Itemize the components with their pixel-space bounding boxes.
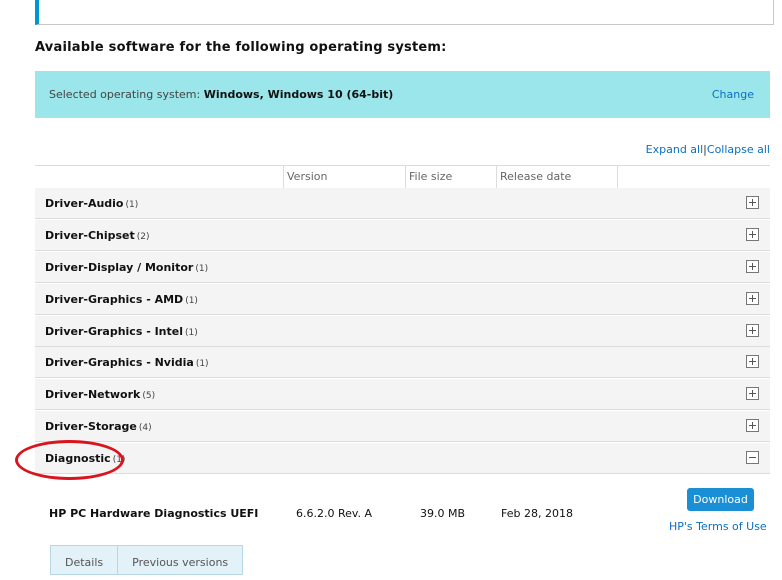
category-row-driver-chipset[interactable]: Driver-Chipset (2) [35, 220, 770, 251]
software-release-date: Feb 28, 2018 [501, 507, 573, 520]
download-button[interactable]: Download [687, 488, 754, 511]
expand-plus-icon[interactable] [746, 260, 759, 273]
category-count: (1) [195, 264, 209, 274]
software-file-size: 39.0 MB [420, 507, 466, 520]
category-label: Driver-Graphics - Intel (1) [45, 325, 198, 338]
release-date-column-header: Release date [496, 166, 617, 188]
category-label: Driver-Audio (1) [45, 197, 139, 210]
category-label: Driver-Storage (4) [45, 420, 152, 433]
selected-os-value: Windows, Windows 10 (64-bit) [203, 88, 394, 101]
highlight-ellipse [15, 440, 124, 480]
category-count: (1) [185, 328, 198, 338]
category-row-driver-graphics-amd[interactable]: Driver-Graphics - AMD (1) [35, 284, 770, 315]
software-tabs: Details Previous versions [50, 545, 244, 575]
category-row-driver-storage[interactable]: Driver-Storage (4) [35, 411, 770, 442]
previous-section-box [35, 0, 774, 25]
expand-all-link[interactable]: Expand all [646, 143, 704, 156]
category-count: (1) [195, 359, 209, 369]
expand-plus-icon[interactable] [746, 228, 759, 241]
category-row-driver-graphics-intel[interactable]: Driver-Graphics - Intel (1) [35, 316, 770, 347]
expand-plus-icon[interactable] [746, 355, 759, 368]
terms-of-use-link[interactable]: HP's Terms of Use [669, 520, 767, 533]
expand-collapse-links: Expand all|Collapse all [646, 143, 770, 156]
collapse-all-link[interactable]: Collapse all [707, 143, 770, 156]
collapse-minus-icon[interactable] [746, 451, 759, 464]
selected-os-bar: Selected operating system: Windows, Wind… [35, 71, 770, 118]
expand-plus-icon[interactable] [746, 324, 759, 337]
category-label: Driver-Display / Monitor (1) [45, 261, 209, 274]
category-row-driver-display-monitor[interactable]: Driver-Display / Monitor (1) [35, 252, 770, 283]
software-name: HP PC Hardware Diagnostics UEFI [49, 507, 259, 520]
action-column-header [617, 166, 770, 188]
category-label: Driver-Graphics - AMD (1) [45, 293, 198, 306]
selected-os-label: Selected operating system: [49, 88, 201, 101]
category-count: (4) [138, 423, 152, 433]
change-os-link[interactable]: Change [712, 88, 754, 101]
category-row-driver-graphics-nvidia[interactable]: Driver-Graphics - Nvidia (1) [35, 347, 770, 378]
file-size-column-header: File size [405, 166, 496, 188]
tab-previous-versions[interactable]: Previous versions [118, 545, 244, 575]
category-label: Driver-Chipset (2) [45, 229, 150, 242]
category-row-driver-network[interactable]: Driver-Network (5) [35, 379, 770, 410]
software-version: 6.6.2.0 Rev. A [296, 507, 373, 520]
version-column-header: Version [283, 166, 405, 188]
page-heading: Available software for the following ope… [35, 40, 447, 55]
expand-plus-icon[interactable] [746, 196, 759, 209]
selected-os-text: Selected operating system: Windows, Wind… [49, 88, 393, 101]
expand-plus-icon[interactable] [746, 387, 759, 400]
category-row-diagnostic[interactable]: Diagnostic (1) [35, 443, 770, 474]
column-header: Version File size Release date [35, 165, 770, 189]
expand-plus-icon[interactable] [746, 292, 759, 305]
category-row-driver-audio[interactable]: Driver-Audio (1) [35, 188, 770, 219]
category-count: (1) [185, 296, 198, 306]
category-count: (2) [136, 232, 150, 242]
expand-plus-icon[interactable] [746, 419, 759, 432]
tab-details[interactable]: Details [50, 545, 119, 575]
category-count: (1) [125, 200, 139, 210]
category-label: Driver-Graphics - Nvidia (1) [45, 356, 209, 369]
category-count: (5) [142, 391, 156, 401]
category-label: Driver-Network (5) [45, 388, 156, 401]
